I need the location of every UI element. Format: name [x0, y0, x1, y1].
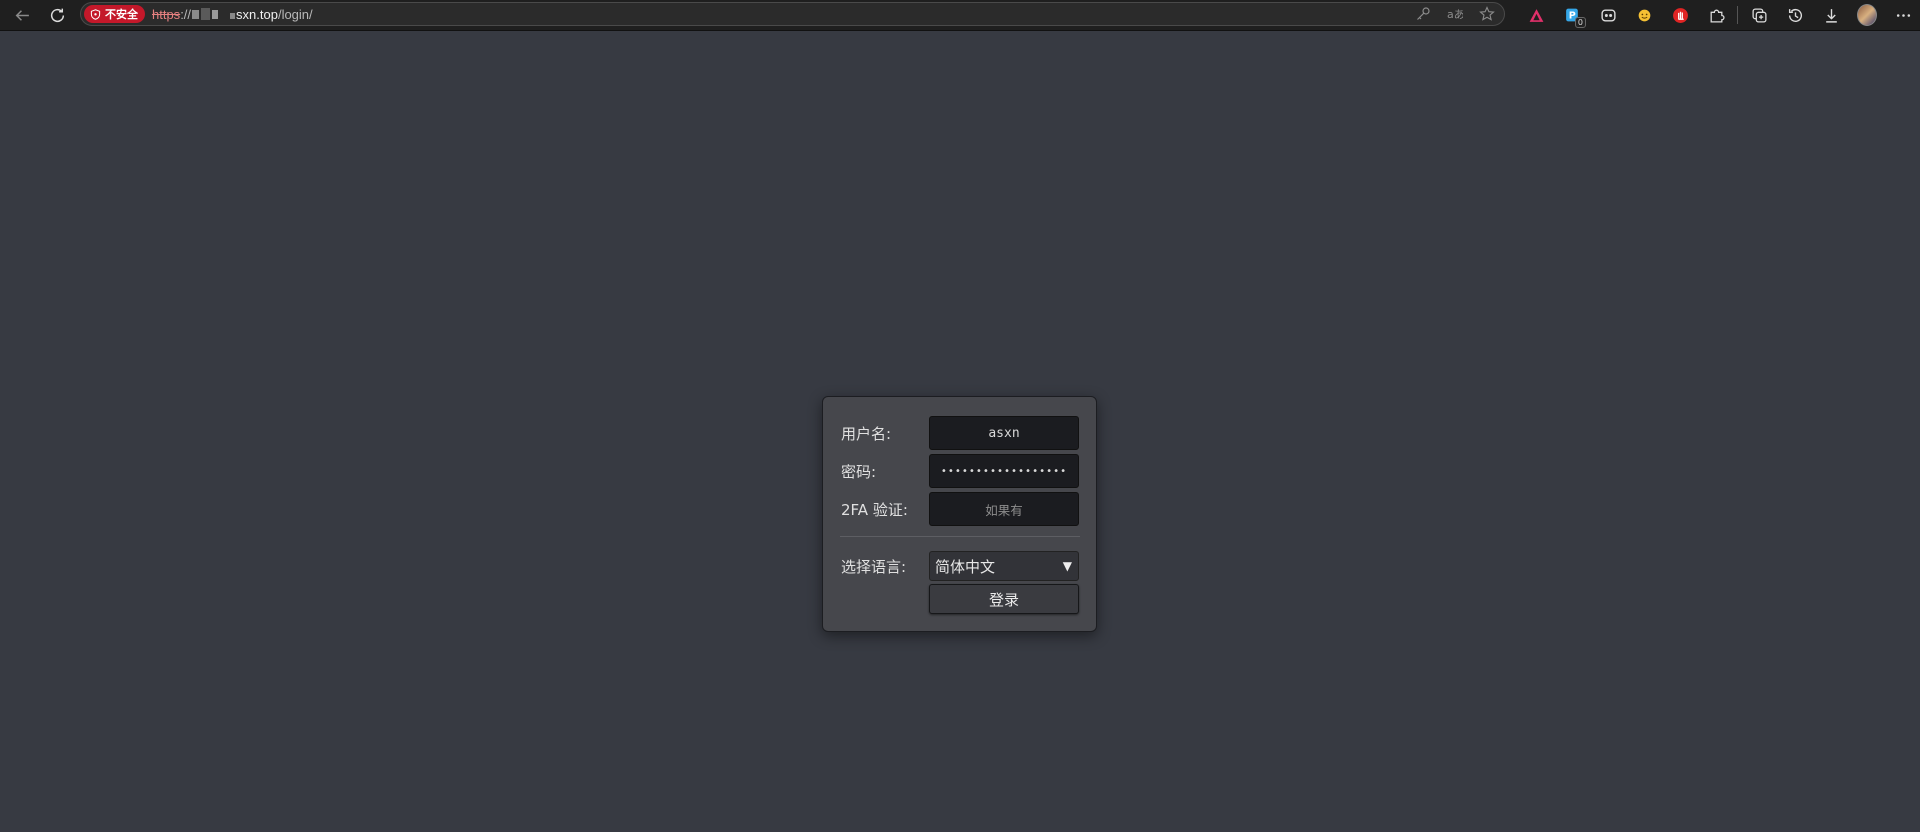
language-select[interactable]: 简体中文 ▼	[929, 551, 1079, 581]
key-icon	[1417, 7, 1430, 20]
profile-avatar	[1857, 4, 1877, 26]
back-button[interactable]	[9, 2, 35, 28]
triangle-logo-icon	[1529, 8, 1543, 22]
robot-face-icon	[1600, 8, 1616, 22]
shield-warning-icon	[90, 8, 101, 20]
favorite-button[interactable]	[1478, 5, 1496, 23]
extensions-menu-button[interactable]	[1706, 5, 1726, 25]
url-host: sxn.top	[236, 6, 278, 22]
translate-button[interactable]: aあ	[1446, 5, 1464, 23]
history-button[interactable]	[1785, 5, 1805, 25]
language-label: 选择语言:	[841, 557, 907, 576]
dropdown-arrow-icon: ▼	[1062, 559, 1072, 573]
svg-text:aあ: aあ	[1447, 8, 1463, 21]
downloads-button[interactable]	[1821, 5, 1841, 25]
history-icon	[1788, 8, 1802, 22]
browser-toolbar: 不安全 https :// sxn.top /login/ aあ P 0	[0, 0, 1920, 31]
star-icon	[1479, 6, 1495, 21]
url-path: /login/	[277, 6, 313, 22]
back-arrow-icon	[15, 9, 29, 21]
reload-button[interactable]	[44, 2, 70, 28]
redacted-block	[212, 9, 219, 19]
password-input[interactable]: ••••••••••••••••••	[929, 454, 1079, 488]
profile-button[interactable]	[1857, 4, 1877, 26]
extension-face-button[interactable]	[1598, 5, 1618, 25]
twofa-label: 2FA 验证:	[841, 500, 908, 519]
redacted-block	[230, 13, 236, 19]
password-key-button[interactable]	[1414, 5, 1432, 23]
url-separator: ://	[180, 6, 192, 22]
puzzle-icon	[1710, 9, 1725, 23]
redacted-block	[192, 9, 200, 19]
address-bar-actions: aあ	[1414, 3, 1496, 25]
extension-a-button[interactable]	[1526, 5, 1546, 25]
url-text: https :// sxn.top /login/	[152, 7, 313, 22]
address-bar[interactable]: 不安全 https :// sxn.top /login/ aあ	[80, 2, 1505, 26]
password-label: 密码:	[841, 462, 877, 481]
twofa-input[interactable]: 如果有	[929, 492, 1079, 526]
extension-p-button[interactable]: P 0	[1562, 5, 1586, 28]
stop-hand-icon	[1672, 7, 1688, 23]
login-button[interactable]: 登录	[929, 584, 1079, 614]
more-menu-button[interactable]	[1893, 5, 1913, 25]
not-secure-label: 不安全	[105, 8, 138, 21]
username-label: 用户名:	[841, 424, 892, 443]
reload-icon	[50, 8, 64, 22]
extension-adblock-button[interactable]	[1670, 5, 1690, 25]
collections-icon	[1751, 7, 1767, 23]
collections-button[interactable]	[1749, 5, 1769, 25]
not-secure-badge[interactable]: 不安全	[84, 5, 145, 23]
language-selected-value: 简体中文	[935, 557, 996, 576]
smiley-icon	[1638, 9, 1650, 21]
url-scheme: https	[152, 6, 181, 22]
redacted-block	[201, 8, 211, 20]
more-dots-icon	[1896, 13, 1910, 17]
username-input[interactable]: asxn	[929, 416, 1079, 450]
login-panel: 用户名: asxn 密码: •••••••••••••••••• 2FA 验证:…	[822, 396, 1097, 632]
extension-count-badge: 0	[1574, 17, 1586, 28]
translate-icon: aあ	[1447, 8, 1463, 21]
extensions-bar: P 0	[1518, 0, 1920, 30]
extension-emoji-button[interactable]	[1634, 5, 1654, 25]
form-divider	[840, 536, 1080, 537]
download-icon	[1825, 8, 1837, 23]
toolbar-divider	[1737, 6, 1738, 24]
